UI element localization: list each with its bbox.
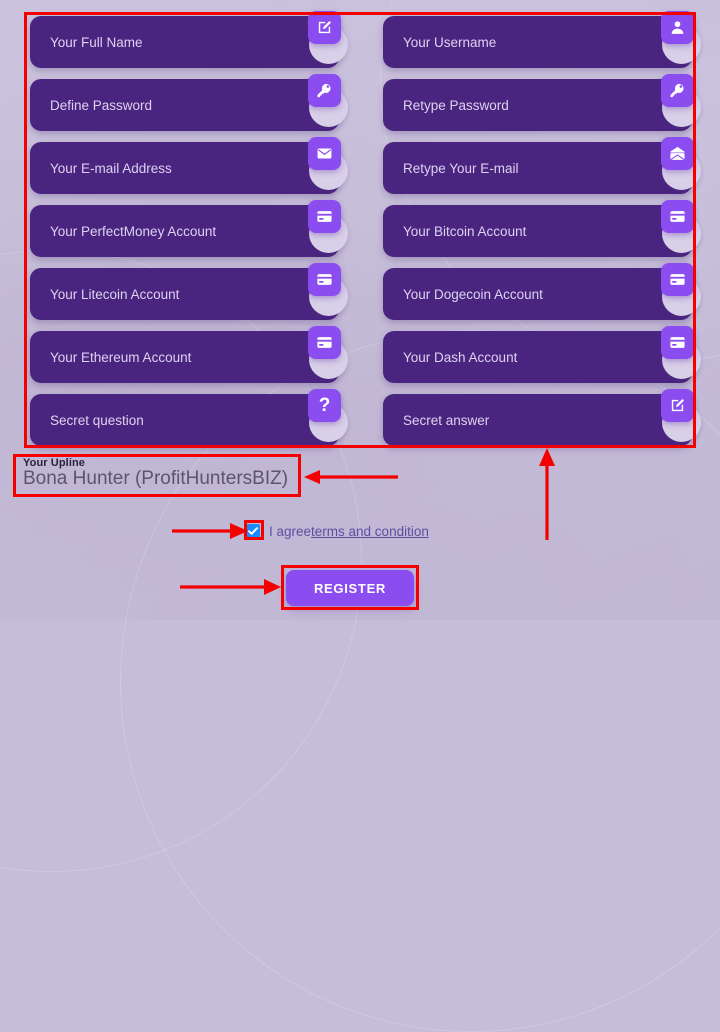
upline-value: Bona Hunter (ProfitHuntersBIZ) xyxy=(23,468,289,489)
register-button[interactable]: REGISTER xyxy=(286,570,414,606)
field-username xyxy=(383,11,701,68)
envelope-icon xyxy=(308,137,341,170)
field-retype-email xyxy=(383,137,701,194)
retype-password-input[interactable] xyxy=(383,79,692,131)
retype-email-input[interactable] xyxy=(383,142,692,194)
field-dash-account xyxy=(383,326,701,383)
field-row xyxy=(30,200,701,257)
field-secret-answer xyxy=(383,389,701,446)
secret-question-input[interactable] xyxy=(30,394,339,446)
card-icon xyxy=(308,200,341,233)
dash-account-input[interactable] xyxy=(383,331,692,383)
field-row xyxy=(30,11,701,68)
field-perfectmoney-account xyxy=(30,200,348,257)
edit-square-icon xyxy=(661,389,694,422)
field-full-name xyxy=(30,11,348,68)
field-row xyxy=(30,74,701,131)
perfectmoney-account-input[interactable] xyxy=(30,205,339,257)
username-input[interactable] xyxy=(383,16,692,68)
field-retype-password xyxy=(383,74,701,131)
secret-answer-input[interactable] xyxy=(383,394,692,446)
card-icon xyxy=(661,326,694,359)
field-row: ? xyxy=(30,389,701,446)
litecoin-account-input[interactable] xyxy=(30,268,339,320)
card-icon xyxy=(661,200,694,233)
bitcoin-account-input[interactable] xyxy=(383,205,692,257)
key-icon xyxy=(308,74,341,107)
field-row xyxy=(30,326,701,383)
field-row xyxy=(30,263,701,320)
field-dogecoin-account xyxy=(383,263,701,320)
edit-square-icon xyxy=(308,11,341,44)
terms-and-conditions-link[interactable]: terms and condition xyxy=(311,524,429,539)
define-password-input[interactable] xyxy=(30,79,339,131)
agreement-row: I agree terms and condition xyxy=(245,521,429,541)
card-icon xyxy=(308,326,341,359)
user-icon xyxy=(661,11,694,44)
upline-block: Your Upline Bona Hunter (ProfitHuntersBI… xyxy=(15,455,299,496)
agreement-text: I agree xyxy=(269,523,312,539)
field-bitcoin-account xyxy=(383,200,701,257)
registration-form: ? xyxy=(30,11,701,457)
field-row xyxy=(30,137,701,194)
email-address-input[interactable] xyxy=(30,142,339,194)
ethereum-account-input[interactable] xyxy=(30,331,339,383)
card-icon xyxy=(308,263,341,296)
checkmark-icon xyxy=(247,527,258,535)
card-icon xyxy=(661,263,694,296)
field-secret-question: ? xyxy=(30,389,348,446)
full-name-input[interactable] xyxy=(30,16,339,68)
agree-terms-checkbox[interactable] xyxy=(245,523,260,539)
envelope-open-icon xyxy=(661,137,694,170)
question-mark-icon: ? xyxy=(308,389,341,422)
field-email-address xyxy=(30,137,348,194)
field-define-password xyxy=(30,74,348,131)
dogecoin-account-input[interactable] xyxy=(383,268,692,320)
key-icon xyxy=(661,74,694,107)
field-ethereum-account xyxy=(30,326,348,383)
field-litecoin-account xyxy=(30,263,348,320)
